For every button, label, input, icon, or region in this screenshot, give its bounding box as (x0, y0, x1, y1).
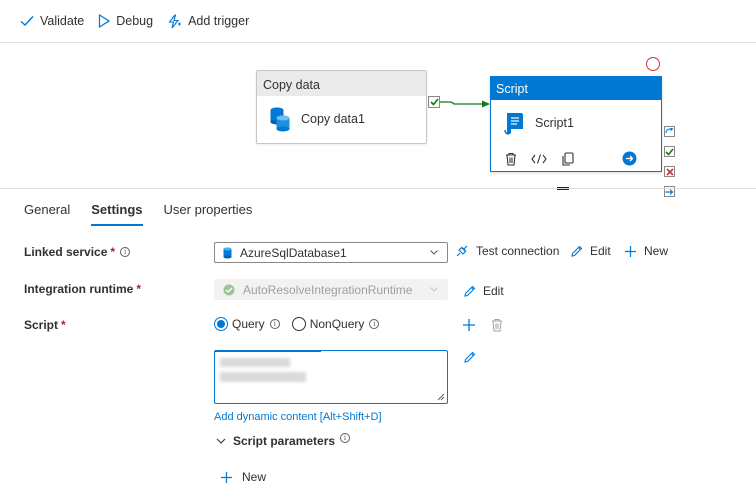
database-icon (270, 107, 290, 132)
delete-script-button[interactable] (491, 318, 510, 332)
required-marker: * (110, 245, 116, 259)
add-script-button[interactable] (462, 318, 483, 332)
script-activity[interactable]: Script Script1 (490, 76, 662, 172)
debug-label: Debug (116, 14, 154, 28)
toolbar: Validate Debug Add trigger (0, 0, 756, 43)
script-label: Script * (24, 318, 66, 332)
arrow-right-icon (622, 151, 637, 166)
info-icon[interactable]: i (120, 247, 131, 257)
plus-icon (625, 245, 636, 257)
edit-integration-runtime-button[interactable]: Edit (463, 284, 504, 298)
output-ports (664, 126, 675, 206)
copy-icon (562, 151, 574, 166)
integration-runtime-value: AutoResolveIntegrationRuntime (243, 282, 413, 297)
pipeline-canvas[interactable]: Copy data Copy data1 Script Script1 (0, 44, 756, 197)
skip-arrow-icon (665, 128, 674, 134)
chevron-down-icon (430, 250, 438, 255)
copy-data-header: Copy data (257, 71, 426, 96)
divider (0, 188, 756, 189)
linked-service-label: Linked service * i (24, 245, 131, 259)
integration-runtime-label: Integration runtime * (24, 282, 142, 296)
pencil-icon (571, 245, 583, 257)
add-trigger-label: Add trigger (188, 14, 250, 28)
tab-user-properties[interactable]: User properties (164, 202, 253, 226)
info-icon[interactable]: i (269, 319, 280, 329)
validate-label: Validate (40, 14, 85, 28)
property-tabs: General Settings User properties (24, 202, 273, 226)
new-parameter-button[interactable]: New (220, 470, 266, 484)
pencil-icon (464, 351, 476, 363)
trash-icon (506, 152, 516, 166)
edit-script-button[interactable] (463, 351, 483, 364)
plus-icon (221, 471, 232, 483)
chevron-down-icon (430, 287, 438, 292)
linked-service-value: AzureSqlDatabase1 (240, 245, 347, 260)
view-code-button[interactable] (531, 153, 547, 165)
check-icon (20, 16, 34, 26)
code-icon (531, 153, 547, 164)
tab-general[interactable]: General (24, 202, 70, 226)
script-parameters-toggle[interactable]: Script parameters i (216, 433, 351, 448)
plug-icon (456, 245, 468, 257)
redacted-text (220, 372, 306, 382)
failure-port[interactable] (664, 166, 675, 177)
add-trigger-button[interactable]: Add trigger (167, 13, 250, 29)
tab-settings[interactable]: Settings (91, 202, 143, 226)
redacted-text (220, 358, 290, 367)
success-output-port[interactable] (428, 96, 440, 108)
copy-data-activity[interactable]: Copy data Copy data1 (256, 70, 427, 144)
delete-activity-button[interactable] (505, 152, 517, 166)
linked-service-select[interactable]: AzureSqlDatabase1 (214, 242, 448, 263)
trash-icon (492, 319, 502, 332)
skipped-port[interactable] (664, 126, 675, 137)
lightning-icon (168, 13, 182, 28)
validation-status-icon (646, 57, 660, 71)
add-dynamic-content-link[interactable]: Add dynamic content [Alt+Shift+D] (214, 411, 382, 423)
script-name: Script1 (535, 116, 574, 130)
script-icon (504, 113, 523, 135)
focus-indicator (215, 350, 321, 352)
database-icon (223, 247, 232, 258)
pencil-icon (464, 285, 476, 297)
script-textarea[interactable] (214, 350, 448, 404)
test-connection-button[interactable]: Test connection (455, 244, 559, 258)
info-icon[interactable]: i (340, 433, 351, 443)
plus-icon (463, 319, 475, 331)
check-circle-icon (223, 284, 235, 295)
copy-data-name: Copy data1 (301, 112, 365, 126)
validate-button[interactable]: Validate (20, 14, 84, 28)
resize-grip-icon[interactable] (437, 393, 445, 401)
dependency-arrow (440, 100, 490, 108)
script-type-radio-group: Query i NonQuery i (214, 317, 391, 331)
edit-linked-service-button[interactable]: Edit (570, 244, 611, 258)
query-radio[interactable]: Query i (214, 317, 280, 331)
debug-button[interactable]: Debug (98, 14, 153, 28)
integration-runtime-select: AutoResolveIntegrationRuntime (214, 279, 448, 300)
nonquery-radio[interactable]: NonQuery i (291, 317, 380, 331)
check-icon (665, 147, 674, 156)
script-header: Script (491, 77, 661, 100)
required-marker: * (61, 318, 66, 332)
clone-activity-button[interactable] (561, 151, 575, 166)
required-marker: * (136, 282, 142, 296)
close-icon (665, 167, 674, 176)
new-linked-service-button[interactable]: New (624, 244, 668, 258)
check-icon (429, 98, 439, 106)
go-to-activity-button[interactable] (622, 151, 637, 166)
info-icon[interactable]: i (369, 319, 380, 329)
success-port[interactable] (664, 146, 675, 157)
play-icon (99, 14, 111, 28)
chevron-down-icon (216, 438, 226, 444)
